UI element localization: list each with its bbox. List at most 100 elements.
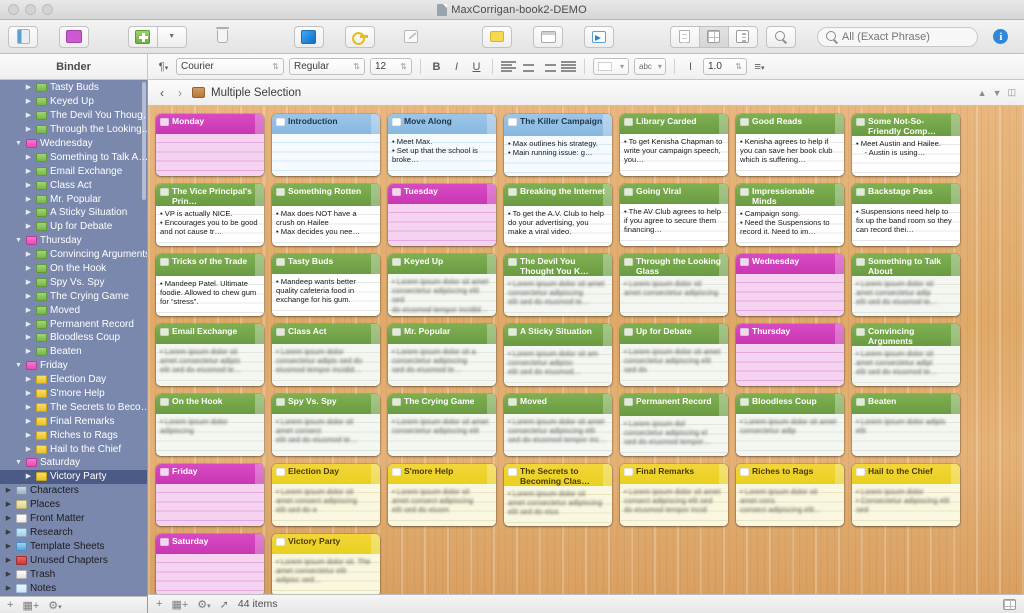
binder-toggle-button[interactable]: [8, 25, 38, 48]
card-synopsis[interactable]: • Mandeep wants better quality cafeteria…: [272, 274, 380, 316]
card-synopsis[interactable]: • Lorem ipsum dolor sit amet consectetur …: [852, 346, 960, 386]
card-synopsis[interactable]: • Meet Austin and Hailee. - Austin is us…: [852, 136, 960, 176]
corkboard-card[interactable]: S'more Help • Lorem ipsum dolor sit amet c…: [388, 464, 496, 526]
disclosure-right-icon[interactable]: ▶: [24, 196, 33, 203]
split-view-icon[interactable]: ◫: [1007, 87, 1016, 98]
disclosure-right-icon[interactable]: ▶: [4, 557, 13, 564]
card-synopsis[interactable]: • Lorem ipsum dolor sit amet consectetur …: [504, 486, 612, 526]
card-synopsis[interactable]: • Lorem ipsum dol consectetur adipiscing …: [620, 416, 728, 456]
binder-item-the-secrets-to-beco[interactable]: ▶ The Secrets to Beco…: [0, 400, 147, 414]
card-synopsis[interactable]: • Lorem ipsum dolor sit am consectetur ad…: [504, 346, 612, 386]
binder-item-final-remarks[interactable]: ▶ Final Remarks: [0, 414, 147, 428]
binder-item-the-devil-you-thoug[interactable]: ▶ The Devil You Thoug…: [0, 109, 147, 123]
binder-item-up-for-debate[interactable]: ▶ Up for Debate: [0, 220, 147, 234]
quick-reference-button[interactable]: [584, 25, 615, 48]
corkboard-card[interactable]: Convincing Arguments • Lorem ipsum dolor …: [852, 324, 960, 386]
binder-item-research[interactable]: ▶ Research: [0, 526, 147, 540]
disclosure-down-icon[interactable]: ▼: [14, 140, 23, 147]
corkboard-card[interactable]: Something to Talk About • Lorem ipsum dol…: [852, 254, 960, 316]
corkboard-card[interactable]: Keyed Up • Lorem ipsum dolor sit amet cons…: [388, 254, 496, 316]
disclosure-right-icon[interactable]: ▶: [24, 265, 33, 272]
add-folder-icon[interactable]: ▦+: [171, 598, 188, 611]
binder-item-moved[interactable]: ▶ Moved: [0, 303, 147, 317]
card-synopsis[interactable]: • Lorem ipsum dolor sit amet consectetur …: [156, 344, 264, 386]
corkboard-card[interactable]: Permanent Record • Lorem ipsum dol consect…: [620, 394, 728, 456]
binder-item-permanent-record[interactable]: ▶ Permanent Record: [0, 317, 147, 331]
disclosure-right-icon[interactable]: ▶: [24, 446, 33, 453]
card-synopsis[interactable]: • Lorem ipsum dolor sit a consectetur adi…: [388, 344, 496, 386]
card-synopsis[interactable]: • Mandeep Patel. Ultimate foodie. Allowe…: [156, 276, 264, 316]
corkboard-card[interactable]: Class Act • Lorem ipsum dolor consectetur …: [272, 324, 380, 386]
corkboard-card[interactable]: The Killer Campaign • Max outlines his st…: [504, 114, 612, 176]
binder-item-thursday[interactable]: ▼ Thursday: [0, 234, 147, 248]
card-synopsis[interactable]: • Lorem ipsum dolor sit amet consectetur …: [504, 414, 612, 456]
card-synopsis[interactable]: [388, 204, 496, 246]
disclosure-right-icon[interactable]: ▶: [24, 98, 33, 105]
gear-icon[interactable]: ⚙▾: [197, 598, 210, 611]
disclosure-right-icon[interactable]: ▶: [4, 543, 13, 550]
card-synopsis[interactable]: • Lorem ipsum dolor sit amet consectetur …: [388, 414, 496, 456]
binder-item-hail-to-the-chief[interactable]: ▶ Hail to the Chief: [0, 442, 147, 456]
binder-item-characters[interactable]: ▶ Characters: [0, 484, 147, 498]
disclosure-right-icon[interactable]: ▶: [24, 112, 33, 119]
card-synopsis[interactable]: [736, 344, 844, 386]
card-synopsis[interactable]: • Suspensions need help to fix up the ba…: [852, 204, 960, 246]
binder-item-election-day[interactable]: ▶ Election Day: [0, 373, 147, 387]
disclosure-right-icon[interactable]: ▶: [24, 126, 33, 133]
align-right-button[interactable]: [541, 61, 556, 72]
card-synopsis[interactable]: • The AV Club agrees to help if you agre…: [620, 204, 728, 246]
underline-button[interactable]: U: [469, 61, 484, 73]
add-item-button[interactable]: [127, 25, 158, 48]
binder-item-spy-vs-spy[interactable]: ▶ Spy Vs. Spy: [0, 275, 147, 289]
disclosure-right-icon[interactable]: ▶: [4, 529, 13, 536]
disclosure-right-icon[interactable]: ▶: [24, 418, 33, 425]
binder-item-class-act[interactable]: ▶ Class Act: [0, 178, 147, 192]
binder-item-notes[interactable]: ▶ Notes: [0, 581, 147, 595]
chevron-down-icon[interactable]: ▼: [993, 88, 1002, 98]
binder-item-saturday[interactable]: ▼ Saturday: [0, 456, 147, 470]
highlight-button[interactable]: abc ▾: [634, 58, 666, 75]
binder-item-bloodless-coup[interactable]: ▶ Bloodless Coup: [0, 331, 147, 345]
italic-button[interactable]: I: [449, 61, 464, 73]
corkboard-card[interactable]: Riches to Rags • Lorem ipsum dolor sit ame…: [736, 464, 844, 526]
view-corkboard-button[interactable]: [698, 25, 729, 48]
card-synopsis[interactable]: • Lorem ipsum dolor sit amet consect adip…: [272, 484, 380, 526]
view-outliner-button[interactable]: [727, 25, 758, 48]
disclosure-right-icon[interactable]: ▶: [24, 223, 33, 230]
card-synopsis[interactable]: [272, 134, 380, 176]
corkboard-card[interactable]: Mr. Popular • Lorem ipsum dolor sit a cons…: [388, 324, 496, 386]
card-synopsis[interactable]: [156, 554, 264, 594]
binder-item-convincing-arguments[interactable]: ▶ Convincing Arguments: [0, 248, 147, 262]
disclosure-right-icon[interactable]: ▶: [24, 293, 33, 300]
disclosure-right-icon[interactable]: ▶: [24, 348, 33, 355]
corkboard-card[interactable]: Beaten • Lorem ipsum dolor adipis elit: [852, 394, 960, 456]
plus-icon[interactable]: +: [7, 599, 13, 611]
binder-item-the-crying-game[interactable]: ▶ The Crying Game: [0, 289, 147, 303]
corkboard-card[interactable]: Monday: [156, 114, 264, 176]
corkboard-card[interactable]: The Devil You Thought You K… • Lorem ipsu…: [504, 254, 612, 316]
corkboard-card[interactable]: Move Along • Meet Max. • Set up that the s…: [388, 114, 496, 176]
add-item-menu-button[interactable]: ▼: [156, 25, 187, 48]
card-synopsis[interactable]: • Lorem ipsum dolor sit amet consect adip…: [388, 484, 496, 526]
binder-list[interactable]: ▶ Tasty Buds ▶ Keyed Up ▶ The Devil You Thoug…: [0, 80, 147, 596]
disclosure-right-icon[interactable]: ▶: [24, 279, 33, 286]
corkboard[interactable]: Monday Introduction Move Along • Meet Max. •…: [148, 106, 1024, 594]
disclosure-right-icon[interactable]: ▶: [4, 571, 13, 578]
text-color-button[interactable]: ▾: [593, 58, 629, 75]
card-synopsis[interactable]: • To get Kenisha Chapman to write your c…: [620, 134, 728, 176]
font-size-select[interactable]: 12 ⇅: [370, 58, 412, 75]
align-left-button[interactable]: [501, 61, 516, 72]
card-synopsis[interactable]: • Lorem ipsum dolor sit amet consectetur …: [736, 414, 844, 456]
card-synopsis[interactable]: • Lorem ipsum dolor sit amet consectetur …: [388, 274, 496, 316]
corkboard-card[interactable]: Wednesday: [736, 254, 844, 316]
disclosure-right-icon[interactable]: ▶: [4, 515, 13, 522]
info-button[interactable]: i: [986, 26, 1016, 48]
bold-button[interactable]: B: [429, 61, 444, 73]
corkboard-card[interactable]: Moved • Lorem ipsum dolor sit amet consect…: [504, 394, 612, 456]
corkboard-card[interactable]: The Secrets to Becoming Clas… • Lorem ips…: [504, 464, 612, 526]
comments-button[interactable]: [481, 25, 512, 48]
card-synopsis[interactable]: • Lorem ipsum dolor sit amet consectetur …: [504, 276, 612, 316]
disclosure-down-icon[interactable]: ▼: [14, 237, 23, 244]
card-synopsis[interactable]: • VP is actually NICE. • Encourages you t…: [156, 206, 264, 246]
corkboard-card[interactable]: Library Carded • To get Kenisha Chapman t…: [620, 114, 728, 176]
